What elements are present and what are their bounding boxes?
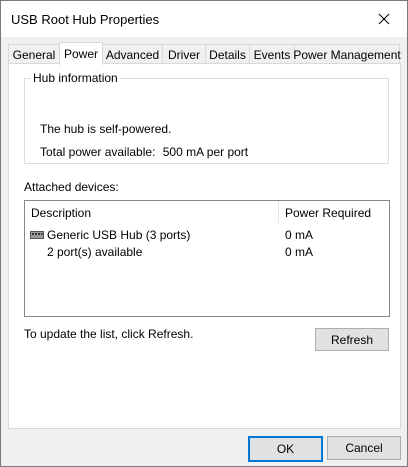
attached-devices-label: Attached devices: — [24, 180, 119, 194]
total-power-text: Total power available: 500 mA per port — [40, 145, 248, 159]
list-item[interactable]: 2 port(s) available 0 mA — [25, 245, 389, 262]
column-separator[interactable] — [278, 201, 279, 223]
total-power-label: Total power available: — [40, 145, 156, 159]
refresh-button[interactable]: Refresh — [315, 328, 389, 351]
total-power-value: 500 mA per port — [162, 145, 249, 159]
tab-events[interactable]: Events — [249, 44, 295, 64]
tab-power-management[interactable]: Power Management — [293, 44, 401, 64]
column-header-power[interactable]: Power Required — [285, 206, 371, 220]
refresh-hint-text: To update the list, click Refresh. — [24, 327, 194, 341]
list-header: Description Power Required — [25, 201, 389, 223]
usb-hub-icon — [30, 231, 44, 239]
properties-dialog: USB Root Hub Properties General Power Ad… — [0, 0, 408, 467]
cancel-button[interactable]: Cancel — [327, 436, 401, 460]
list-item[interactable]: Generic USB Hub (3 ports) 0 mA — [25, 228, 389, 245]
ok-button[interactable]: OK — [248, 436, 323, 462]
tab-details[interactable]: Details — [205, 44, 250, 64]
attached-devices-list[interactable]: Description Power Required Generic USB H… — [24, 200, 390, 317]
tab-general[interactable]: General — [8, 44, 60, 64]
hub-information-group: Hub information The hub is self-powered.… — [24, 71, 389, 164]
device-power: 0 mA — [285, 245, 314, 259]
close-button[interactable] — [361, 1, 407, 37]
tab-panel-power: Hub information The hub is self-powered.… — [8, 63, 401, 429]
self-powered-text: The hub is self-powered. — [40, 122, 172, 136]
device-description: 2 port(s) available — [47, 245, 143, 259]
close-icon — [378, 13, 390, 25]
tab-advanced[interactable]: Advanced — [102, 44, 163, 64]
tab-power[interactable]: Power — [59, 42, 103, 65]
device-power: 0 mA — [285, 228, 314, 242]
tab-driver[interactable]: Driver — [162, 44, 206, 64]
title-bar: USB Root Hub Properties — [1, 1, 407, 37]
column-header-description[interactable]: Description — [31, 206, 91, 220]
group-title: Hub information — [31, 71, 120, 85]
window-title: USB Root Hub Properties — [11, 12, 160, 27]
device-description: Generic USB Hub (3 ports) — [47, 228, 191, 242]
